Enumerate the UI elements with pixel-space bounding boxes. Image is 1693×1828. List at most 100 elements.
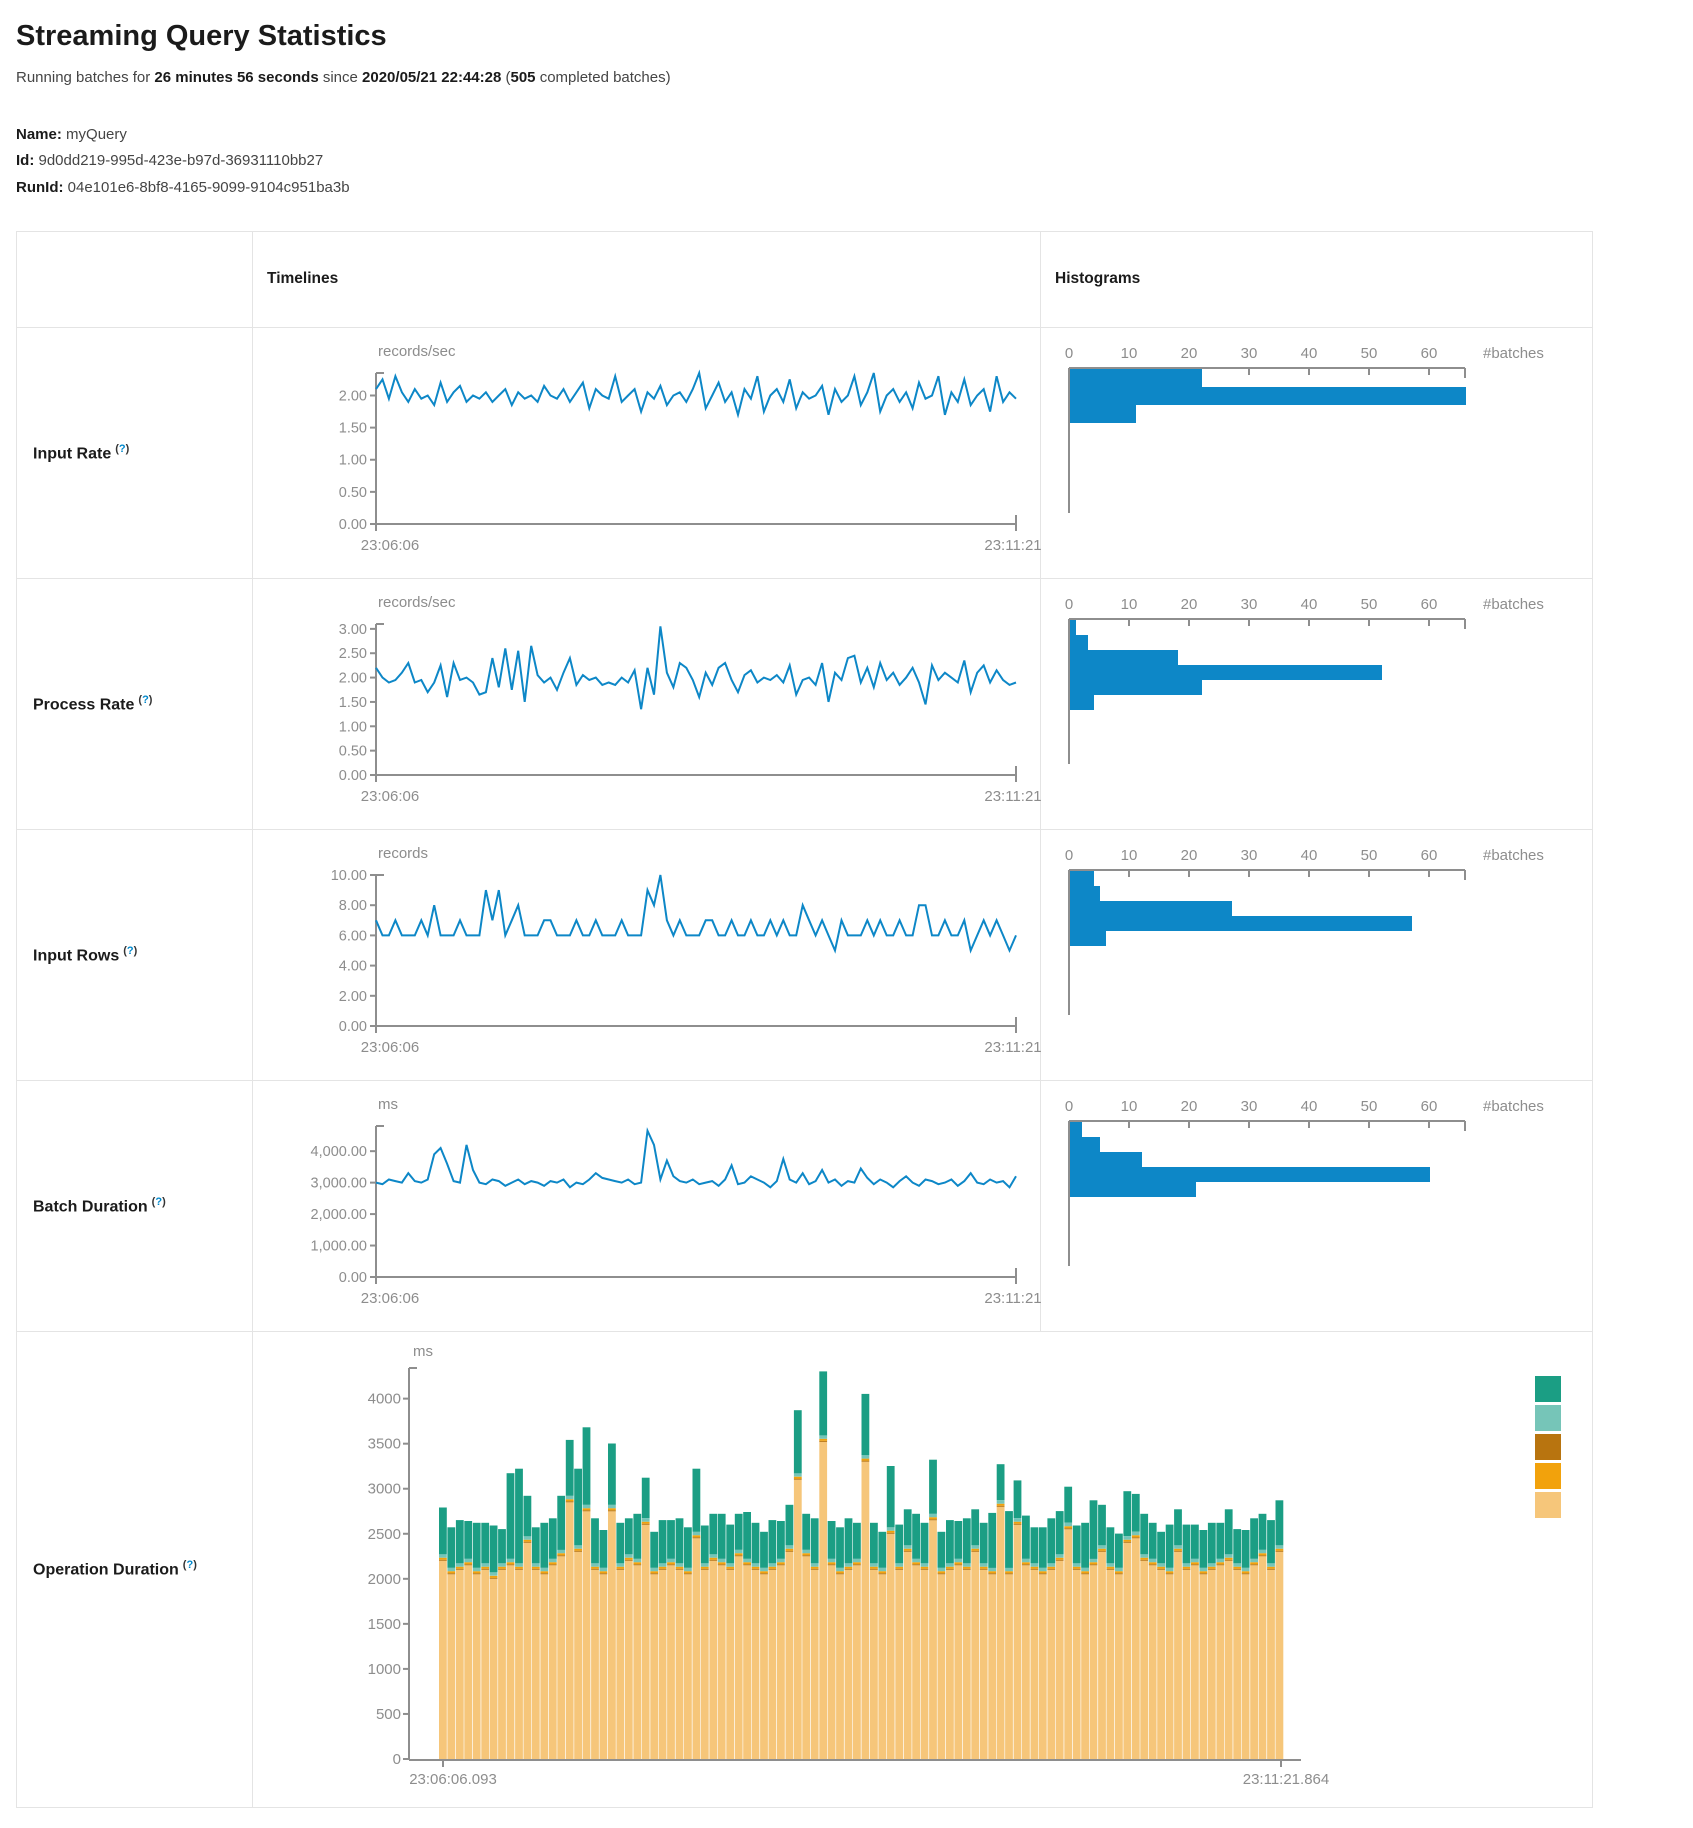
process-rate-timeline-chart: records/sec3.002.502.001.501.000.500.002… <box>253 579 1041 829</box>
svg-text:20: 20 <box>1181 847 1198 864</box>
input-rate-timeline-cell: records/sec2.001.501.000.500.0023:06:062… <box>253 327 1041 578</box>
svg-text:2000: 2000 <box>368 1571 401 1588</box>
process-rate-histogram-chart: 0102030405060#batches <box>1041 579 1593 829</box>
summary-text: Running batches for <box>16 69 154 86</box>
process-rate-timeline-cell: records/sec3.002.502.001.501.000.500.002… <box>253 578 1041 829</box>
input-rate-histogram-cell: 0102030405060#batches <box>1041 327 1593 578</box>
timelines-column-header: Timelines <box>253 231 1041 327</box>
help-icon[interactable]: (?) <box>183 1559 197 1571</box>
row-batch-duration: Batch Duration(?) ms4,000.003,000.002,00… <box>17 1080 1593 1331</box>
operation-duration-stacked-chart: ms4000350030002500200015001000500023:06:… <box>253 1332 1593 1807</box>
svg-text:3000: 3000 <box>368 1480 401 1497</box>
svg-text:1.00: 1.00 <box>339 719 367 735</box>
row-label: Operation Duration <box>33 1561 179 1578</box>
help-icon[interactable]: (?) <box>115 443 129 455</box>
row-process-rate: Process Rate(?) records/sec3.002.502.001… <box>17 578 1593 829</box>
process-rate-label-cell: Process Rate(?) <box>17 578 253 829</box>
svg-text:23:11:21: 23:11:21 <box>984 788 1041 805</box>
svg-text:50: 50 <box>1361 596 1378 613</box>
input-rows-histogram-chart: 0102030405060#batches <box>1041 830 1593 1080</box>
svg-text:40: 40 <box>1301 345 1318 362</box>
svg-text:23:11:21: 23:11:21 <box>984 1039 1041 1056</box>
svg-text:23:06:06: 23:06:06 <box>361 1290 419 1307</box>
svg-text:20: 20 <box>1181 1098 1198 1115</box>
svg-text:2.00: 2.00 <box>339 989 367 1005</box>
svg-text:1.50: 1.50 <box>339 695 367 711</box>
svg-text:0.50: 0.50 <box>339 485 367 501</box>
batch-duration-timeline-chart: ms4,000.003,000.002,000.001,000.000.0023… <box>253 1081 1041 1331</box>
svg-text:40: 40 <box>1301 596 1318 613</box>
running-batches-summary: Running batches for 26 minutes 56 second… <box>16 69 1677 86</box>
svg-text:30: 30 <box>1241 847 1258 864</box>
svg-text:6.00: 6.00 <box>339 928 367 944</box>
id-label: Id: <box>16 152 34 169</box>
help-icon[interactable]: (?) <box>123 945 137 957</box>
svg-text:23:06:06: 23:06:06 <box>361 1039 419 1056</box>
running-duration: 26 minutes 56 seconds <box>154 69 318 86</box>
legend-swatch-icon <box>1535 1434 1561 1460</box>
query-runid-value: 04e101e6-8bf8-4165-9099-9104c951ba3b <box>63 179 349 196</box>
svg-text:0: 0 <box>1065 847 1073 864</box>
batch-duration-timeline-cell: ms4,000.003,000.002,000.001,000.000.0023… <box>253 1080 1041 1331</box>
query-id-value: 9d0dd219-995d-423e-b97d-36931110bb27 <box>34 152 323 169</box>
svg-text:500: 500 <box>376 1706 401 1723</box>
svg-text:2.00: 2.00 <box>339 388 367 404</box>
svg-text:0: 0 <box>1065 596 1073 613</box>
input-rows-histogram-cell: 0102030405060#batches <box>1041 829 1593 1080</box>
svg-text:60: 60 <box>1421 345 1438 362</box>
row-input-rate: Input Rate(?) records/sec2.001.501.000.5… <box>17 327 1593 578</box>
svg-text:10: 10 <box>1121 847 1138 864</box>
completed-batches-count: 505 <box>511 69 536 86</box>
svg-text:4000: 4000 <box>368 1390 401 1407</box>
svg-text:60: 60 <box>1421 1098 1438 1115</box>
query-name-value: myQuery <box>62 126 127 143</box>
help-icon[interactable]: (?) <box>138 694 152 706</box>
batch-duration-label-cell: Batch Duration(?) <box>17 1080 253 1331</box>
svg-text:23:11:21.864: 23:11:21.864 <box>1243 1771 1329 1788</box>
svg-text:30: 30 <box>1241 1098 1258 1115</box>
input-rows-timeline-cell: records10.008.006.004.002.000.0023:06:06… <box>253 829 1041 1080</box>
svg-text:ms: ms <box>378 1096 398 1113</box>
svg-text:records/sec: records/sec <box>378 594 456 611</box>
svg-text:records: records <box>378 845 428 862</box>
summary-text: ( <box>501 69 510 86</box>
svg-text:0: 0 <box>1065 345 1073 362</box>
row-label: Input Rows <box>33 947 119 964</box>
svg-text:30: 30 <box>1241 345 1258 362</box>
svg-text:2.50: 2.50 <box>339 646 367 662</box>
svg-text:30: 30 <box>1241 596 1258 613</box>
svg-text:60: 60 <box>1421 596 1438 613</box>
legend-swatch-icon <box>1535 1492 1561 1518</box>
svg-text:1,000.00: 1,000.00 <box>311 1238 367 1254</box>
operation-duration-label-cell: Operation Duration (?) <box>17 1331 253 1807</box>
summary-text: completed batches) <box>536 69 671 86</box>
statistics-table: Timelines Histograms Input Rate (?) recor… <box>16 231 1593 1808</box>
input-rows-timeline-chart: records10.008.006.004.002.000.0023:06:06… <box>253 830 1041 1080</box>
legend-swatch-icon <box>1535 1376 1561 1402</box>
svg-text:0: 0 <box>1065 1098 1073 1115</box>
svg-text:0.00: 0.00 <box>339 517 367 533</box>
streaming-query-statistics-page: Streaming Query Statistics Running batch… <box>0 0 1693 1828</box>
svg-text:4,000.00: 4,000.00 <box>311 1144 367 1160</box>
svg-text:0.00: 0.00 <box>339 768 367 784</box>
svg-text:10: 10 <box>1121 1098 1138 1115</box>
svg-text:4.00: 4.00 <box>339 958 367 974</box>
query-id-line: Id: 9d0dd219-995d-423e-b97d-36931110bb27 <box>16 148 1677 174</box>
operation-duration-chart-cell: ms4000350030002500200015001000500023:06:… <box>253 1331 1593 1807</box>
histograms-column-header: Histograms <box>1041 231 1593 327</box>
process-rate-histogram-cell: 0102030405060#batches <box>1041 578 1593 829</box>
svg-text:1000: 1000 <box>368 1661 401 1678</box>
svg-text:0.50: 0.50 <box>339 743 367 759</box>
row-label: Input Rate <box>33 445 111 462</box>
svg-text:#batches: #batches <box>1483 847 1544 864</box>
svg-text:0: 0 <box>393 1751 401 1768</box>
svg-text:10: 10 <box>1121 596 1138 613</box>
svg-text:40: 40 <box>1301 847 1318 864</box>
svg-text:0.00: 0.00 <box>339 1019 367 1035</box>
input-rate-histogram-chart: 0102030405060#batches <box>1041 328 1593 578</box>
help-icon[interactable]: (?) <box>152 1196 166 1208</box>
svg-text:10.00: 10.00 <box>331 868 367 884</box>
svg-text:1.50: 1.50 <box>339 420 367 436</box>
batch-duration-histogram-cell: 0102030405060#batches <box>1041 1080 1593 1331</box>
input-rate-label-cell: Input Rate (?) <box>17 327 253 578</box>
